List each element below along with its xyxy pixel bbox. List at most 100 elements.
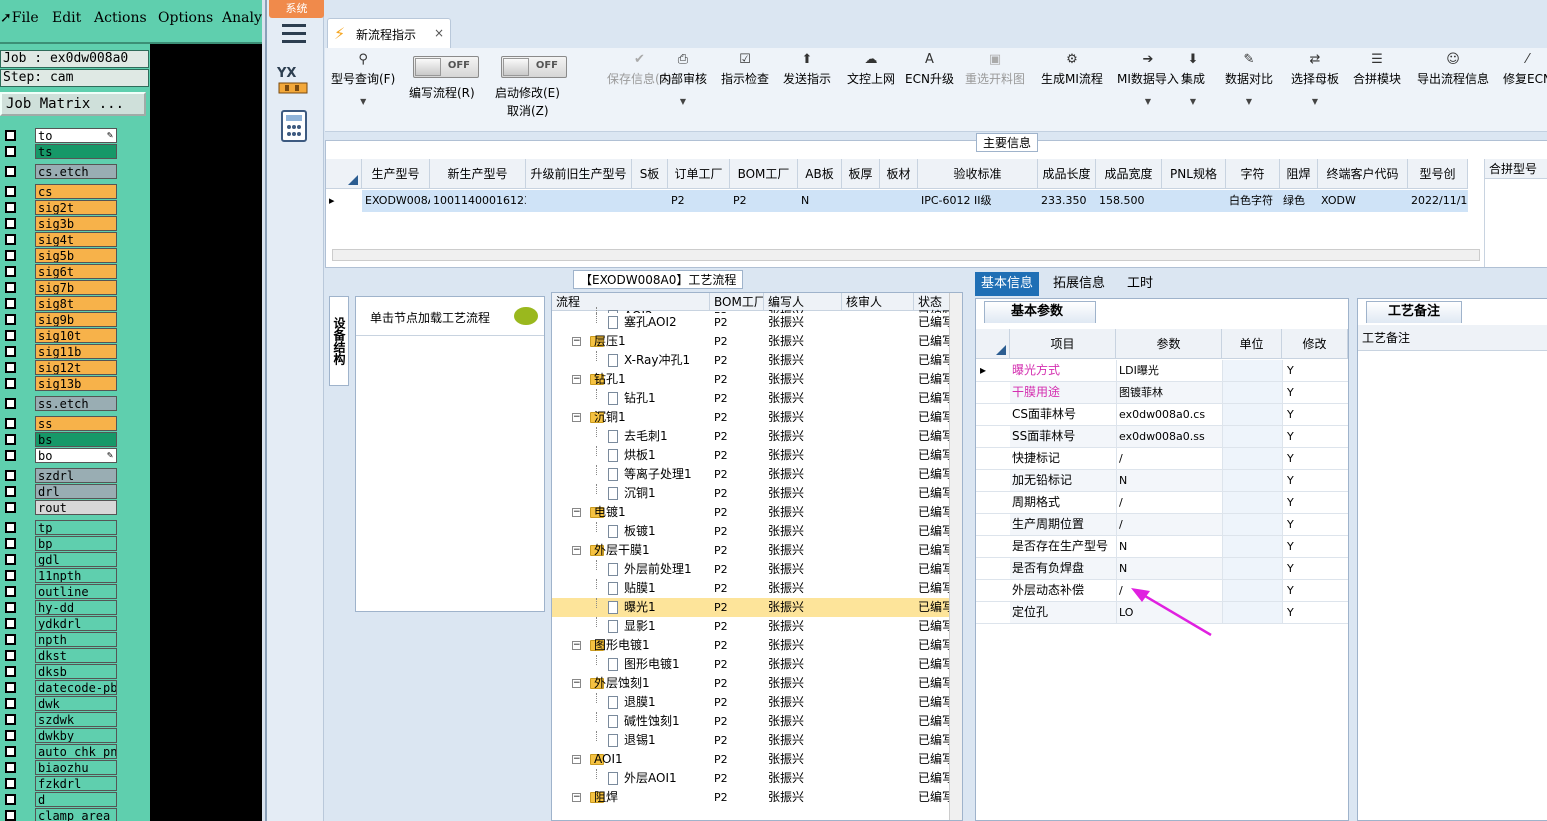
layer-checkbox[interactable] bbox=[5, 202, 16, 213]
layer-name[interactable]: auto_chk_pn bbox=[35, 744, 117, 759]
tree-row[interactable]: 塞孔AOI2P2张振兴已编写 bbox=[552, 313, 950, 332]
job-matrix-button[interactable]: Job Matrix ... bbox=[0, 92, 146, 116]
layer-checkbox[interactable] bbox=[5, 730, 16, 741]
layer-checkbox[interactable] bbox=[5, 314, 16, 325]
layer-row[interactable]: sig4t bbox=[0, 232, 150, 248]
layer-row[interactable]: dksb bbox=[0, 664, 150, 680]
cancel-button[interactable]: 取消(Z) bbox=[507, 102, 549, 119]
layer-name[interactable]: to ✎ bbox=[35, 128, 117, 143]
layer-name[interactable]: 11npth bbox=[35, 568, 117, 583]
vertical-scrollbar[interactable] bbox=[949, 293, 962, 820]
param-row[interactable]: ▸ 曝光方式 LDI曝光 Y bbox=[976, 360, 1348, 382]
layer-checkbox[interactable] bbox=[5, 298, 16, 309]
toolbar-button[interactable]: ✎ 数据对比 ▼ bbox=[1225, 52, 1273, 106]
layer-checkbox[interactable] bbox=[5, 218, 16, 229]
tab-basic-info[interactable]: 基本信息 bbox=[975, 272, 1040, 296]
tab-work-hours[interactable]: 工时 bbox=[1121, 272, 1159, 296]
layer-checkbox[interactable] bbox=[5, 450, 16, 461]
layer-checkbox[interactable] bbox=[5, 146, 16, 157]
param-value[interactable]: N bbox=[1116, 470, 1222, 491]
layer-checkbox[interactable] bbox=[5, 330, 16, 341]
table-cell[interactable]: EXODW008A0 bbox=[362, 190, 430, 212]
menu-analysis[interactable]: Analy bbox=[222, 10, 262, 26]
layer-name[interactable]: ts bbox=[35, 144, 117, 159]
layer-row[interactable]: bo ✎ bbox=[0, 448, 150, 464]
column-header[interactable]: 阻焊 bbox=[1280, 159, 1318, 189]
layer-row[interactable]: szdwk bbox=[0, 712, 150, 728]
layer-name[interactable]: gdl bbox=[35, 552, 117, 567]
toolbar-button[interactable]: ➔ MI数据导入 ▼ bbox=[1117, 52, 1179, 106]
column-header[interactable]: BOM工厂 bbox=[730, 159, 798, 189]
layer-checkbox[interactable] bbox=[5, 810, 16, 821]
tree-row[interactable]: −阻焊P2张振兴已编写 bbox=[552, 788, 950, 807]
layer-row[interactable]: hy-dd bbox=[0, 600, 150, 616]
param-unit[interactable] bbox=[1222, 492, 1282, 513]
layer-row[interactable]: sig11b bbox=[0, 344, 150, 360]
layer-name[interactable]: ydkdrl bbox=[35, 616, 117, 631]
tree-row[interactable]: 碱性蚀刻1P2张振兴已编写 bbox=[552, 712, 950, 731]
layer-name[interactable]: drl bbox=[35, 484, 117, 499]
layer-checkbox[interactable] bbox=[5, 130, 16, 141]
layer-name[interactable]: npth bbox=[35, 632, 117, 647]
param-row[interactable]: 周期格式 / Y bbox=[976, 492, 1348, 514]
param-modify[interactable]: Y bbox=[1282, 426, 1342, 447]
layer-name[interactable]: hy-dd bbox=[35, 600, 117, 615]
table-cell[interactable] bbox=[1162, 190, 1226, 212]
layer-row[interactable]: bs bbox=[0, 432, 150, 448]
param-column-header[interactable]: 参数 bbox=[1116, 329, 1222, 359]
collapse-icon[interactable]: − bbox=[572, 793, 581, 802]
layer-checkbox[interactable] bbox=[5, 166, 16, 177]
layer-checkbox[interactable] bbox=[5, 250, 16, 261]
layer-row[interactable]: ydkdrl bbox=[0, 616, 150, 632]
layer-row[interactable]: sig8t bbox=[0, 296, 150, 312]
column-header[interactable]: PNL规格 bbox=[1162, 159, 1226, 189]
param-row[interactable]: 快捷标记 / Y bbox=[976, 448, 1348, 470]
layer-name[interactable]: szdrl bbox=[35, 468, 117, 483]
column-header[interactable]: 型号创 bbox=[1408, 159, 1468, 189]
table-cell[interactable]: N bbox=[798, 190, 842, 212]
layer-checkbox[interactable] bbox=[5, 234, 16, 245]
layer-row[interactable]: sig3b bbox=[0, 216, 150, 232]
param-unit[interactable] bbox=[1222, 360, 1282, 381]
layer-row[interactable]: gdl bbox=[0, 552, 150, 568]
collapse-icon[interactable]: − bbox=[572, 641, 581, 650]
layer-row[interactable]: npth bbox=[0, 632, 150, 648]
tree-row[interactable]: 板镀1P2张振兴已编写 bbox=[552, 522, 950, 541]
layer-checkbox[interactable] bbox=[5, 434, 16, 445]
layer-name[interactable]: dksb bbox=[35, 664, 117, 679]
collapse-icon[interactable]: − bbox=[572, 413, 581, 422]
layer-row[interactable]: sig12t bbox=[0, 360, 150, 376]
tab-extended-info[interactable]: 拓展信息 bbox=[1047, 272, 1111, 296]
layer-name[interactable]: rout bbox=[35, 500, 117, 515]
layer-checkbox[interactable] bbox=[5, 282, 16, 293]
table-cell[interactable]: P2 bbox=[668, 190, 730, 212]
tree-row[interactable]: −层压1P2张振兴已编写 bbox=[552, 332, 950, 351]
toolbar-button[interactable]: ▣ 重选开料图 bbox=[965, 52, 1025, 87]
param-modify[interactable]: Y bbox=[1282, 514, 1342, 535]
table-cell[interactable] bbox=[880, 190, 918, 212]
layer-name[interactable]: sig3b bbox=[35, 216, 117, 231]
param-unit[interactable] bbox=[1222, 404, 1282, 425]
param-modify[interactable]: Y bbox=[1282, 470, 1342, 491]
param-column-header[interactable]: 修改 bbox=[1282, 329, 1348, 359]
column-header[interactable]: 终端客户代码 bbox=[1318, 159, 1408, 189]
layer-name[interactable]: sig8t bbox=[35, 296, 117, 311]
start-modify-toggle[interactable]: OFF bbox=[501, 56, 567, 78]
param-value[interactable]: 图镀菲林 bbox=[1116, 382, 1222, 403]
layer-checkbox[interactable] bbox=[5, 634, 16, 645]
tree-row[interactable]: −图形电镀1P2张振兴已编写 bbox=[552, 636, 950, 655]
param-value[interactable]: / bbox=[1116, 492, 1222, 513]
hamburger-icon[interactable] bbox=[282, 24, 306, 44]
layer-row[interactable]: dwkby bbox=[0, 728, 150, 744]
param-row[interactable]: CS面菲林号 ex0dw008a0.cs Y bbox=[976, 404, 1348, 426]
table-cell[interactable]: 2022/11/1 bbox=[1408, 190, 1468, 212]
layer-name[interactable]: cs bbox=[35, 184, 117, 199]
column-header[interactable]: 成品长度 bbox=[1038, 159, 1096, 189]
tree-row[interactable]: 烘板1P2张振兴已编写 bbox=[552, 446, 950, 465]
table-cell[interactable]: 233.350 bbox=[1038, 190, 1096, 212]
layer-name[interactable]: sig11b bbox=[35, 344, 117, 359]
column-header[interactable]: 新生产型号 bbox=[430, 159, 526, 189]
layer-name[interactable]: sig12t bbox=[35, 360, 117, 375]
param-unit[interactable] bbox=[1222, 536, 1282, 557]
layer-name[interactable]: outline bbox=[35, 584, 117, 599]
